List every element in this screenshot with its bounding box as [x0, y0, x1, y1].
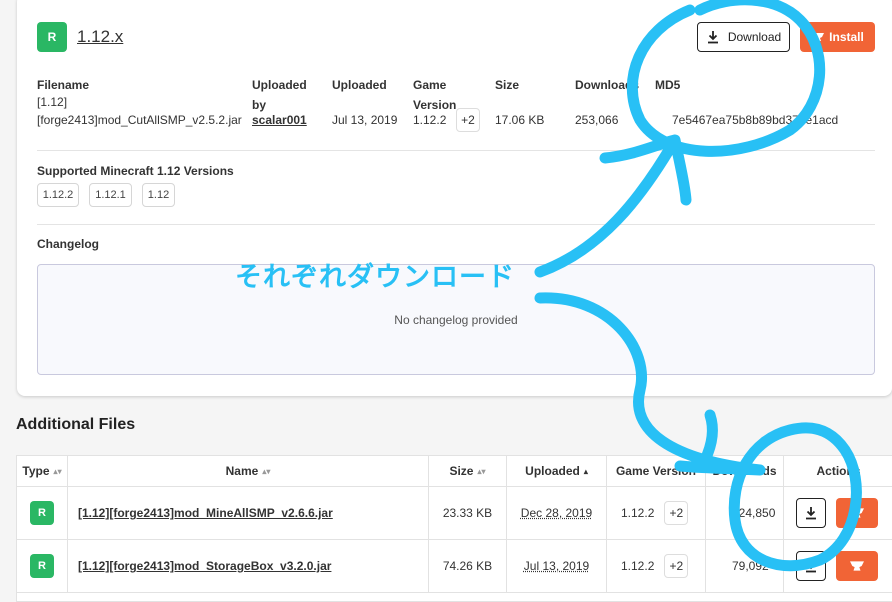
sort-asc-icon: ▴	[584, 467, 588, 476]
md5-value: 7e5467ea75b8b89bd373e1acd	[672, 111, 838, 130]
column-uploaded[interactable]: Uploaded ▴	[507, 456, 607, 487]
uploaded-value: Jul 13, 2019	[332, 111, 397, 130]
uploaded-cell: Dec 28, 2019	[507, 487, 607, 539]
row-install-button[interactable]	[836, 551, 878, 581]
divider	[37, 224, 875, 225]
name-cell: [1.12][forge2413]mod_MineAllSMP_v2.6.6.j…	[68, 487, 429, 539]
column-type-label: Type	[22, 464, 49, 478]
annotation-text: それぞれダウンロード	[235, 255, 515, 294]
release-badge: R	[30, 554, 54, 578]
download-label: Download	[728, 30, 781, 44]
install-button[interactable]: Install	[800, 22, 875, 52]
uploaded-by-header-line1: Uploaded	[252, 78, 307, 92]
more-versions-label: +2	[456, 108, 480, 132]
md5-header: MD5	[655, 75, 680, 95]
downloads-value: 253,066	[575, 111, 618, 130]
column-downloads-label: Downloads	[712, 464, 776, 478]
column-downloads[interactable]: Downloads	[706, 456, 784, 487]
changelog-empty-text: No changelog provided	[394, 313, 517, 327]
table-row: R [1.12][forge2413]mod_StorageBox_v3.2.0…	[17, 540, 892, 593]
column-actions: Actions	[784, 456, 892, 487]
downloads-cell: 79,092	[706, 540, 784, 592]
uploaded-by-header: Uploaded	[252, 75, 307, 95]
column-game-version-label: Game Version	[616, 464, 696, 478]
filename-value-line1: [1.12]	[37, 93, 67, 112]
file-name-link[interactable]: [1.12][forge2413]mod_MineAllSMP_v2.6.6.j…	[78, 506, 333, 520]
type-cell: R	[17, 487, 68, 539]
release-badge: R	[30, 501, 54, 525]
more-versions-button[interactable]: +2	[664, 501, 688, 525]
size-cell: 23.33 KB	[429, 487, 507, 539]
uploaded-date: Jul 13, 2019	[524, 559, 589, 573]
uploaded-header: Uploaded	[332, 75, 387, 95]
version-pill: 1.12.1	[89, 183, 132, 207]
game-version-value: 1.12.2	[621, 506, 654, 520]
changelog-title: Changelog	[37, 237, 99, 251]
game-version-cell: 1.12.2 +2	[607, 487, 706, 539]
download-button[interactable]: Download	[697, 22, 790, 52]
filename-header: Filename	[37, 75, 89, 95]
more-versions-button[interactable]: +2	[664, 554, 688, 578]
curseforge-icon	[848, 559, 866, 573]
type-cell: R	[17, 540, 68, 592]
sort-icon: ▴▾	[54, 467, 62, 476]
sort-icon: ▴▾	[262, 467, 270, 476]
game-version-cell: 1.12.2 +2	[607, 540, 706, 592]
name-cell: [1.12][forge2413]mod_StorageBox_v3.2.0.j…	[68, 540, 429, 592]
column-uploaded-label: Uploaded	[525, 464, 580, 478]
release-badge: R	[37, 22, 67, 52]
column-name[interactable]: Name ▴▾	[68, 456, 429, 487]
downloads-cell: 124,850	[706, 487, 784, 539]
column-game-version[interactable]: Game Version	[607, 456, 706, 487]
column-name-label: Name	[226, 464, 259, 478]
size-value: 17.06 KB	[495, 111, 544, 130]
uploaded-date: Dec 28, 2019	[521, 506, 592, 520]
download-icon	[804, 506, 818, 520]
curseforge-icon	[811, 31, 825, 43]
game-version-header-line1: Game	[413, 75, 446, 95]
actions-cell	[784, 487, 892, 539]
uploader-link[interactable]: scalar001	[252, 111, 307, 130]
file-name-link[interactable]: [1.12][forge2413]mod_StorageBox_v3.2.0.j…	[78, 559, 331, 573]
additional-files-title: Additional Files	[16, 416, 135, 434]
file-title[interactable]: 1.12.x	[77, 27, 123, 47]
more-versions-button[interactable]: +2	[456, 108, 480, 132]
supported-versions-title: Supported Minecraft 1.12 Versions	[37, 164, 234, 178]
divider	[37, 150, 875, 151]
column-size[interactable]: Size ▴▾	[429, 456, 507, 487]
filename-value-line2: [forge2413]mod_CutAllSMP_v2.5.2.jar	[37, 111, 242, 130]
uploaded-cell: Jul 13, 2019	[507, 540, 607, 592]
sort-icon: ▴▾	[477, 467, 485, 476]
column-actions-label: Actions	[816, 464, 860, 478]
table-row: R [1.12][forge2413]mod_MineAllSMP_v2.6.6…	[17, 487, 892, 540]
row-download-button[interactable]	[796, 498, 826, 528]
game-version-value: 1.12.2	[621, 559, 654, 573]
column-size-label: Size	[449, 464, 473, 478]
column-type[interactable]: Type ▴▾	[17, 456, 68, 487]
row-download-button[interactable]	[796, 551, 826, 581]
version-pill: 1.12	[142, 183, 175, 207]
size-cell: 74.26 KB	[429, 540, 507, 592]
download-icon	[706, 30, 720, 44]
file-type-badge: R	[37, 22, 67, 52]
downloads-header: Downloads	[575, 75, 639, 95]
actions-cell	[784, 540, 892, 592]
game-version-value: 1.12.2	[413, 111, 446, 130]
curseforge-icon	[848, 506, 866, 520]
row-install-button[interactable]	[836, 498, 878, 528]
version-pill: 1.12.2	[37, 183, 79, 207]
size-header: Size	[495, 75, 519, 95]
additional-files-table: Type ▴▾ Name ▴▾ Size ▴▾ Uploaded ▴ Game Vers…	[16, 455, 892, 602]
download-icon	[804, 559, 818, 573]
install-label: Install	[829, 30, 864, 44]
